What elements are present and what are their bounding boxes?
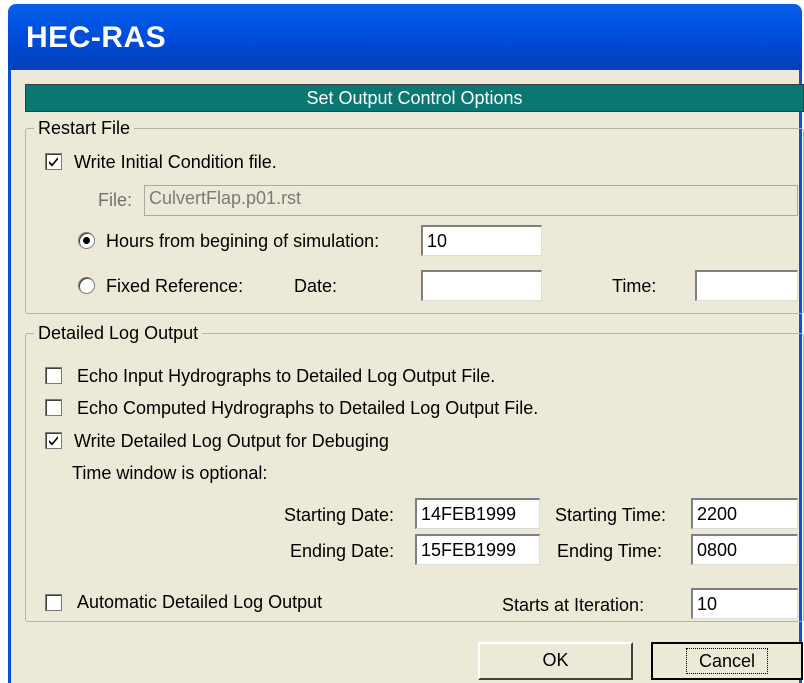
write-ic-label: Write Initial Condition file. bbox=[74, 152, 277, 172]
title-bar[interactable]: HEC-RAS bbox=[8, 4, 802, 70]
dialog-heading: Set Output Control Options bbox=[25, 84, 804, 112]
cancel-button[interactable]: Cancel bbox=[651, 642, 803, 680]
file-label: File: bbox=[98, 190, 133, 210]
echo-computed-checkbox[interactable] bbox=[45, 399, 62, 416]
hours-label: Hours from begining of simulation: bbox=[106, 231, 380, 251]
checkmark-icon bbox=[49, 157, 58, 167]
detailed-log-group: Detailed Log Output Echo Input Hydrograp… bbox=[25, 321, 804, 622]
write-ic-checkbox[interactable] bbox=[45, 153, 62, 170]
hours-radio[interactable] bbox=[78, 232, 95, 249]
date-label: Date: bbox=[294, 276, 338, 296]
starts-at-iteration-input[interactable] bbox=[691, 588, 798, 619]
write-debug-label: Write Detailed Log Output for Debuging bbox=[74, 431, 389, 451]
dialog-body: Set Output Control Options Restart File … bbox=[8, 70, 804, 683]
hours-input[interactable] bbox=[421, 225, 542, 256]
time-input[interactable] bbox=[695, 270, 798, 301]
checkmark-icon bbox=[49, 436, 58, 446]
ok-button[interactable]: OK bbox=[478, 642, 633, 680]
starting-time-label: Starting Time: bbox=[555, 505, 667, 525]
restart-file-group: Restart File Write Initial Condition fil… bbox=[25, 116, 804, 314]
fixed-reference-radio[interactable] bbox=[78, 277, 95, 294]
echo-input-label: Echo Input Hydrographs to Detailed Log O… bbox=[77, 366, 496, 386]
ending-date-label: Ending Date: bbox=[290, 541, 395, 561]
ending-time-input[interactable] bbox=[691, 534, 798, 565]
ending-date-input[interactable] bbox=[415, 534, 540, 565]
echo-computed-label: Echo Computed Hydrographs to Detailed Lo… bbox=[77, 398, 539, 418]
echo-input-checkbox[interactable] bbox=[45, 367, 62, 384]
cancel-button-label: Cancel bbox=[685, 648, 769, 674]
ending-time-label: Ending Time: bbox=[557, 541, 663, 561]
time-window-label: Time window is optional: bbox=[72, 463, 268, 483]
detailed-log-legend: Detailed Log Output bbox=[34, 321, 203, 345]
hec-ras-dialog: HEC-RAS Set Output Control Options Resta… bbox=[8, 4, 804, 683]
fixed-reference-label: Fixed Reference: bbox=[106, 276, 244, 296]
starting-date-input[interactable] bbox=[415, 498, 540, 529]
radio-selected-dot bbox=[83, 237, 90, 244]
time-label: Time: bbox=[612, 276, 657, 296]
auto-log-label: Automatic Detailed Log Output bbox=[77, 592, 323, 612]
auto-log-checkbox[interactable] bbox=[45, 594, 62, 611]
starting-time-input[interactable] bbox=[691, 498, 798, 529]
window-title: HEC-RAS bbox=[26, 21, 167, 54]
date-input[interactable] bbox=[421, 270, 542, 301]
write-debug-checkbox[interactable] bbox=[45, 432, 62, 449]
file-field: CulvertFlap.p01.rst bbox=[144, 185, 798, 216]
starting-date-label: Starting Date: bbox=[284, 505, 395, 525]
starts-at-iteration-label: Starts at Iteration: bbox=[502, 595, 645, 615]
restart-file-legend: Restart File bbox=[34, 116, 135, 140]
